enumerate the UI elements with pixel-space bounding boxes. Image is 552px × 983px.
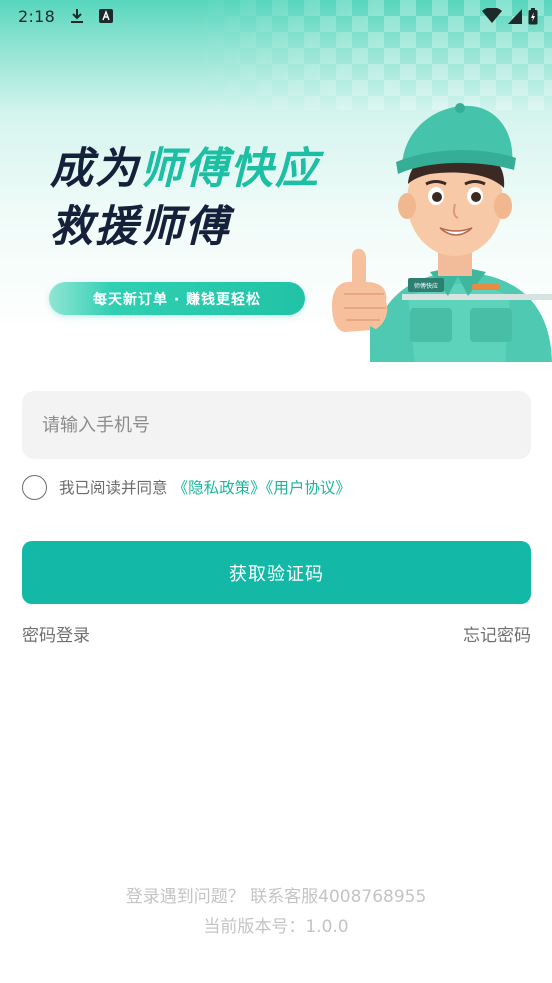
agreement-row: 我已阅读并同意 《隐私政策》《用户协议》 xyxy=(22,473,351,501)
battery-icon xyxy=(528,7,538,25)
download-icon xyxy=(69,8,85,24)
footer-version-text: 当前版本号：1.0.0 xyxy=(203,917,349,937)
mascot-illustration: 师傅快应 xyxy=(332,103,552,366)
login-card: 我已阅读并同意 《隐私政策》《用户协议》 获取验证码 密码登录 忘记密码 登录遇… xyxy=(0,362,552,983)
banner-headline: 成为师傅快应 救援师傅 xyxy=(50,140,320,256)
slogan-pill: 每天新订单 · 赚钱更轻松 xyxy=(49,282,305,315)
forgot-password-link[interactable]: 忘记密码 xyxy=(463,621,531,646)
get-code-button[interactable]: 获取验证码 xyxy=(22,541,531,604)
wifi-icon xyxy=(482,8,502,24)
app-notification-icon xyxy=(99,9,114,23)
agree-radio[interactable] xyxy=(22,474,47,500)
status-time: 2:18 xyxy=(18,6,56,26)
login-screen: 2:18 成为师傅快应 救援师傅 每天新订单 · 赚钱更轻松 师傅快应 请输入手… xyxy=(0,0,552,983)
phone-input[interactable] xyxy=(22,391,531,459)
headline-line2: 救援师傅 xyxy=(50,202,230,252)
cellular-signal-icon xyxy=(508,8,522,24)
user-agreement-link[interactable]: 《用户协议》 xyxy=(266,479,351,497)
headline-prefix: 成为 xyxy=(50,144,140,194)
headline-accent: 师傅快应 xyxy=(140,144,320,194)
privacy-policy-link[interactable]: 《隐私政策》 xyxy=(173,479,266,497)
footer-help-text: 登录遇到问题？ 联系客服4008768955 xyxy=(125,887,427,907)
uniform-badge: 师傅快应 xyxy=(414,282,438,290)
password-login-link[interactable]: 密码登录 xyxy=(22,621,90,646)
hero-banner: 2:18 成为师傅快应 救援师傅 每天新订单 · 赚钱更轻松 师傅快应 xyxy=(0,0,552,380)
status-bar: 2:18 xyxy=(0,0,552,32)
agree-text: 我已阅读并同意 xyxy=(59,479,168,497)
